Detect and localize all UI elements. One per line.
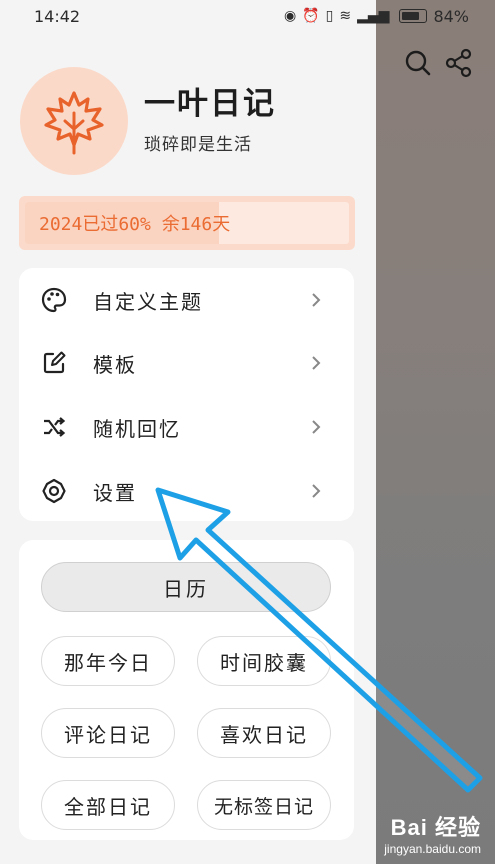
year-progress-bar: 2024已过60% 余146天 bbox=[19, 196, 355, 250]
calendar-button[interactable]: 日历 bbox=[41, 562, 331, 612]
menu-item-template[interactable]: 模板 bbox=[19, 335, 354, 391]
menu-item-label: 模板 bbox=[93, 352, 137, 377]
maple-leaf-icon bbox=[44, 91, 104, 155]
battery-icon bbox=[399, 9, 428, 23]
app-subtitle: 琐碎即是生活 bbox=[144, 135, 252, 155]
battery-percent: 84% bbox=[433, 6, 469, 26]
vibrate-icon: ▯ bbox=[325, 8, 334, 24]
commented-diary-button[interactable]: 评论日记 bbox=[41, 708, 175, 758]
avatar[interactable] bbox=[20, 67, 128, 175]
year-progress-text: 2024已过60% 余146天 bbox=[39, 214, 231, 235]
time-capsule-button[interactable]: 时间胶囊 bbox=[197, 636, 331, 686]
app-title: 一叶日记 bbox=[144, 86, 276, 122]
menu-item-random-memory[interactable]: 随机回忆 bbox=[19, 399, 354, 455]
wifi-icon: ≋ bbox=[339, 8, 352, 24]
shortcuts-card: 日历 那年今日 时间胶囊 评论日记 喜欢日记 全部日记 无标签日记 bbox=[19, 540, 354, 840]
gear-icon bbox=[41, 478, 67, 504]
menu-item-label: 自定义主题 bbox=[93, 289, 203, 314]
shuffle-icon bbox=[41, 414, 67, 440]
chevron-right-icon bbox=[312, 356, 321, 370]
navigation-drawer: 一叶日记 琐碎即是生活 2024已过60% 余146天 自定义主题 模板 随机回… bbox=[0, 0, 376, 864]
alarm-icon: ⏰ bbox=[302, 8, 320, 24]
on-this-day-button[interactable]: 那年今日 bbox=[41, 636, 175, 686]
signal-icon: ▂▄▆ bbox=[357, 8, 390, 24]
palette-icon bbox=[41, 287, 67, 313]
menu-item-custom-theme[interactable]: 自定义主题 bbox=[19, 272, 354, 328]
status-time: 14:42 bbox=[34, 6, 81, 26]
edit-square-icon bbox=[41, 350, 67, 376]
status-bar: 14:42 ◉ ⏰ ▯ ≋ ▂▄▆ 84% bbox=[0, 0, 495, 32]
menu-item-label: 随机回忆 bbox=[93, 416, 181, 441]
chevron-right-icon bbox=[312, 420, 321, 434]
chevron-right-icon bbox=[312, 293, 321, 307]
menu-item-label: 设置 bbox=[93, 480, 137, 505]
share-icon[interactable] bbox=[444, 48, 474, 78]
search-icon[interactable] bbox=[403, 48, 433, 78]
eye-icon: ◉ bbox=[284, 8, 297, 24]
liked-diary-button[interactable]: 喜欢日记 bbox=[197, 708, 331, 758]
menu-card: 自定义主题 模板 随机回忆 设置 bbox=[19, 268, 354, 521]
watermark: Bai 经验 jingyan.baidu.com bbox=[384, 815, 481, 856]
all-diary-button[interactable]: 全部日记 bbox=[41, 780, 175, 830]
untagged-diary-button[interactable]: 无标签日记 bbox=[197, 780, 331, 830]
menu-item-settings[interactable]: 设置 bbox=[19, 463, 354, 519]
chevron-right-icon bbox=[312, 484, 321, 498]
